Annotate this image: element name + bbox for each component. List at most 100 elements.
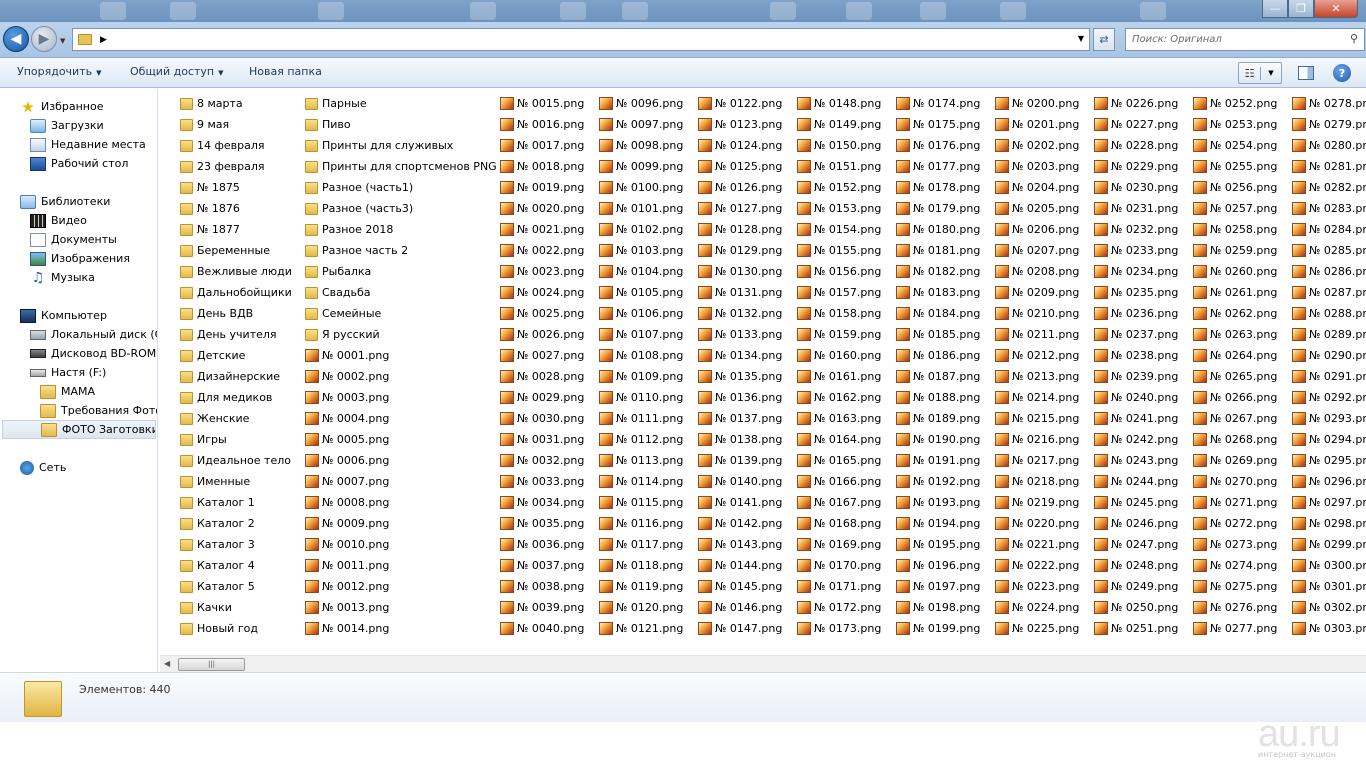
png-file-item[interactable]: № 0279.png <box>1292 114 1366 135</box>
png-file-item[interactable]: № 0127.png <box>698 198 782 219</box>
png-file-item[interactable]: № 0270.png <box>1193 471 1277 492</box>
png-file-item[interactable]: № 0152.png <box>797 177 881 198</box>
png-file-item[interactable]: № 0174.png <box>896 93 980 114</box>
png-file-item[interactable]: № 0298.png <box>1292 513 1366 534</box>
png-file-item[interactable]: № 0204.png <box>995 177 1079 198</box>
png-file-item[interactable]: № 0110.png <box>599 387 683 408</box>
png-file-item[interactable]: № 0161.png <box>797 366 881 387</box>
png-file-item[interactable]: № 0194.png <box>896 513 980 534</box>
folder-item[interactable]: Новый год <box>180 618 292 639</box>
png-file-item[interactable]: № 0223.png <box>995 576 1079 597</box>
png-file-item[interactable]: № 0254.png <box>1193 135 1277 156</box>
png-file-item[interactable]: № 0115.png <box>599 492 683 513</box>
png-file-item[interactable]: № 0240.png <box>1094 387 1178 408</box>
png-file-item[interactable]: № 0277.png <box>1193 618 1277 639</box>
nav-images[interactable]: Изображения <box>0 249 157 268</box>
png-file-item[interactable]: № 0130.png <box>698 261 782 282</box>
png-file-item[interactable]: № 0040.png <box>500 618 584 639</box>
png-file-item[interactable]: № 0112.png <box>599 429 683 450</box>
png-file-item[interactable]: № 0019.png <box>500 177 584 198</box>
png-file-item[interactable]: № 0206.png <box>995 219 1079 240</box>
png-file-item[interactable]: № 0258.png <box>1193 219 1277 240</box>
address-bar[interactable]: ▶ ▼ <box>72 28 1090 51</box>
folder-item[interactable]: Каталог 4 <box>180 555 292 576</box>
png-file-item[interactable]: № 0033.png <box>500 471 584 492</box>
png-file-item[interactable]: № 0276.png <box>1193 597 1277 618</box>
png-file-item[interactable]: № 0003.png <box>305 387 497 408</box>
scroll-left-icon[interactable]: ◀ <box>164 659 170 668</box>
folder-item[interactable]: Парные <box>305 93 497 114</box>
nav-folder-mama[interactable]: МАМА <box>0 382 157 401</box>
folder-item[interactable]: № 1875 <box>180 177 292 198</box>
png-file-item[interactable]: № 0248.png <box>1094 555 1178 576</box>
png-file-item[interactable]: № 0032.png <box>500 450 584 471</box>
folder-item[interactable]: 8 марта <box>180 93 292 114</box>
png-file-item[interactable]: № 0303.png <box>1292 618 1366 639</box>
png-file-item[interactable]: № 0183.png <box>896 282 980 303</box>
png-file-item[interactable]: № 0191.png <box>896 450 980 471</box>
change-view-button[interactable]: ☷ ▼ <box>1238 62 1282 84</box>
back-button[interactable]: ◀ <box>3 26 29 52</box>
png-file-item[interactable]: № 0216.png <box>995 429 1079 450</box>
png-file-item[interactable]: № 0287.png <box>1292 282 1366 303</box>
png-file-item[interactable]: № 0013.png <box>305 597 497 618</box>
png-file-item[interactable]: № 0135.png <box>698 366 782 387</box>
png-file-item[interactable]: № 0038.png <box>500 576 584 597</box>
png-file-item[interactable]: № 0133.png <box>698 324 782 345</box>
png-file-item[interactable]: № 0273.png <box>1193 534 1277 555</box>
folder-item[interactable]: День ВДВ <box>180 303 292 324</box>
nav-video[interactable]: Видео <box>0 211 157 230</box>
png-file-item[interactable]: № 0261.png <box>1193 282 1277 303</box>
png-file-item[interactable]: № 0035.png <box>500 513 584 534</box>
png-file-item[interactable]: № 0128.png <box>698 219 782 240</box>
png-file-item[interactable]: № 0149.png <box>797 114 881 135</box>
png-file-item[interactable]: № 0028.png <box>500 366 584 387</box>
search-icon[interactable]: ⚲ <box>1350 32 1358 45</box>
png-file-item[interactable]: № 0281.png <box>1292 156 1366 177</box>
png-file-item[interactable]: № 0024.png <box>500 282 584 303</box>
png-file-item[interactable]: № 0222.png <box>995 555 1079 576</box>
share-button[interactable]: Общий доступ ▼ <box>130 65 223 78</box>
folder-item[interactable]: Именные <box>180 471 292 492</box>
png-file-item[interactable]: № 0034.png <box>500 492 584 513</box>
png-file-item[interactable]: № 0027.png <box>500 345 584 366</box>
png-file-item[interactable]: № 0139.png <box>698 450 782 471</box>
folder-item[interactable]: Женские <box>180 408 292 429</box>
png-file-item[interactable]: № 0201.png <box>995 114 1079 135</box>
png-file-item[interactable]: № 0231.png <box>1094 198 1178 219</box>
png-file-item[interactable]: № 0188.png <box>896 387 980 408</box>
png-file-item[interactable]: № 0289.png <box>1292 324 1366 345</box>
png-file-item[interactable]: № 0209.png <box>995 282 1079 303</box>
folder-item[interactable]: Вежливые люди <box>180 261 292 282</box>
png-file-item[interactable]: № 0144.png <box>698 555 782 576</box>
folder-item[interactable]: Семейные <box>305 303 497 324</box>
png-file-item[interactable]: № 0241.png <box>1094 408 1178 429</box>
png-file-item[interactable]: № 0192.png <box>896 471 980 492</box>
png-file-item[interactable]: № 0236.png <box>1094 303 1178 324</box>
png-file-item[interactable]: № 0168.png <box>797 513 881 534</box>
folder-item[interactable]: День учителя <box>180 324 292 345</box>
png-file-item[interactable]: № 0190.png <box>896 429 980 450</box>
png-file-item[interactable]: № 0120.png <box>599 597 683 618</box>
nav-desktop[interactable]: Рабочий стол <box>0 154 157 173</box>
folder-item[interactable]: 14 февраля <box>180 135 292 156</box>
png-file-item[interactable]: № 0210.png <box>995 303 1079 324</box>
png-file-item[interactable]: № 0001.png <box>305 345 497 366</box>
nav-favorites[interactable]: ★ Избранное <box>0 97 157 116</box>
folder-item[interactable]: Каталог 2 <box>180 513 292 534</box>
png-file-item[interactable]: № 0217.png <box>995 450 1079 471</box>
maximize-button[interactable]: ❐ <box>1288 0 1314 18</box>
png-file-item[interactable]: № 0018.png <box>500 156 584 177</box>
png-file-item[interactable]: № 0272.png <box>1193 513 1277 534</box>
png-file-item[interactable]: № 0005.png <box>305 429 497 450</box>
png-file-item[interactable]: № 0039.png <box>500 597 584 618</box>
png-file-item[interactable]: № 0251.png <box>1094 618 1178 639</box>
png-file-item[interactable]: № 0124.png <box>698 135 782 156</box>
png-file-item[interactable]: № 0162.png <box>797 387 881 408</box>
png-file-item[interactable]: № 0025.png <box>500 303 584 324</box>
folder-item[interactable]: Каталог 3 <box>180 534 292 555</box>
png-file-item[interactable]: № 0132.png <box>698 303 782 324</box>
png-file-item[interactable]: № 0134.png <box>698 345 782 366</box>
png-file-item[interactable]: № 0146.png <box>698 597 782 618</box>
png-file-item[interactable]: № 0008.png <box>305 492 497 513</box>
